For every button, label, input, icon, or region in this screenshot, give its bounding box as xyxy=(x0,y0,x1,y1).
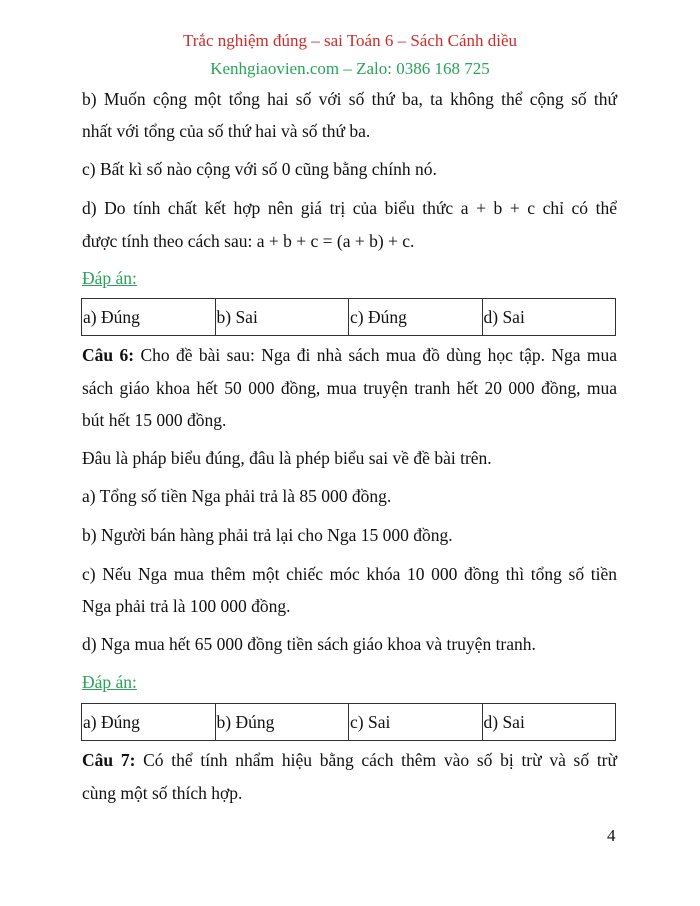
q6-answer-a: a) Đúng xyxy=(81,703,216,741)
q6-answer-c: c) Sai xyxy=(348,703,483,741)
q6-answer-table: a) Đúng b) Đúng c) Sai d) Sai xyxy=(81,703,616,741)
q6-label: Câu 6: xyxy=(82,345,135,365)
q5-option-d-line1: d) Do tính chất kết hợp nên giá trị của … xyxy=(82,198,617,218)
document-header-subtitle: Kenhgiaovien.com – Zalo: 0386 168 725 xyxy=(210,59,490,78)
q6-option-b: b) Người bán hàng phải trả lại cho Nga 1… xyxy=(82,525,453,545)
q6-option-d: d) Nga mua hết 65 000 đồng tiền sách giá… xyxy=(82,634,536,654)
q5-answer-a: a) Đúng xyxy=(81,298,216,336)
q5-option-d-line2: được tính theo cách sau: a + b + c = (a … xyxy=(82,231,415,251)
document-header-title: Trắc nghiệm đúng – sai Toán 6 – Sách Cán… xyxy=(182,31,518,50)
q5-answer-label: Đáp án: xyxy=(82,268,137,288)
q6-answer-b: b) Đúng xyxy=(214,703,349,741)
q5-option-b-line1: b) Muốn cộng một tổng hai số với số thứ … xyxy=(82,89,617,109)
q7-stem-text: Có thể tính nhẩm hiệu bằng cách thêm vào… xyxy=(135,750,617,770)
q6-prompt: Đâu là pháp biểu đúng, đâu là phép biểu … xyxy=(82,448,492,468)
q6-option-a: a) Tổng số tiền Nga phải trả là 85 000 đ… xyxy=(82,486,392,506)
page-number: 4 xyxy=(607,826,616,845)
q5-option-b-line2: nhất với tổng của số thứ hai và số thứ b… xyxy=(82,121,371,141)
q6-stem-line2: sách giáo khoa hết 50 000 đồng, mua truy… xyxy=(82,378,617,398)
q7-label: Câu 7: xyxy=(82,750,136,770)
q6-option-c-line1: c) Nếu Nga mua thêm một chiếc móc khóa 1… xyxy=(82,564,617,584)
q6-stem-line1: Câu 6: Cho đề bài sau: Nga đi nhà sách m… xyxy=(82,345,617,366)
q6-option-c-line2: Nga phải trả là 100 000 đồng. xyxy=(82,596,291,616)
q5-answer-c: c) Đúng xyxy=(348,298,483,336)
q5-answer-table: a) Đúng b) Sai c) Đúng d) Sai xyxy=(81,298,616,336)
q6-stem-text: Cho đề bài sau: Nga đi nhà sách mua đồ d… xyxy=(134,345,617,365)
q6-answer-d: d) Sai xyxy=(481,703,616,741)
q5-option-c: c) Bất kì số nào cộng với số 0 cũng bằng… xyxy=(82,159,437,179)
q7-stem-line2: cùng một số thích hợp. xyxy=(82,783,243,803)
q5-answer-b: b) Sai xyxy=(214,298,349,336)
q7-stem-line1: Câu 7: Có thể tính nhẩm hiệu bằng cách t… xyxy=(82,750,617,771)
table-row: a) Đúng b) Sai c) Đúng d) Sai xyxy=(81,298,616,336)
q6-answer-label: Đáp án: xyxy=(82,672,137,692)
q5-answer-d: d) Sai xyxy=(481,298,616,336)
table-row: a) Đúng b) Đúng c) Sai d) Sai xyxy=(81,703,616,741)
q6-stem-line3: bút hết 15 000 đồng. xyxy=(82,410,227,430)
